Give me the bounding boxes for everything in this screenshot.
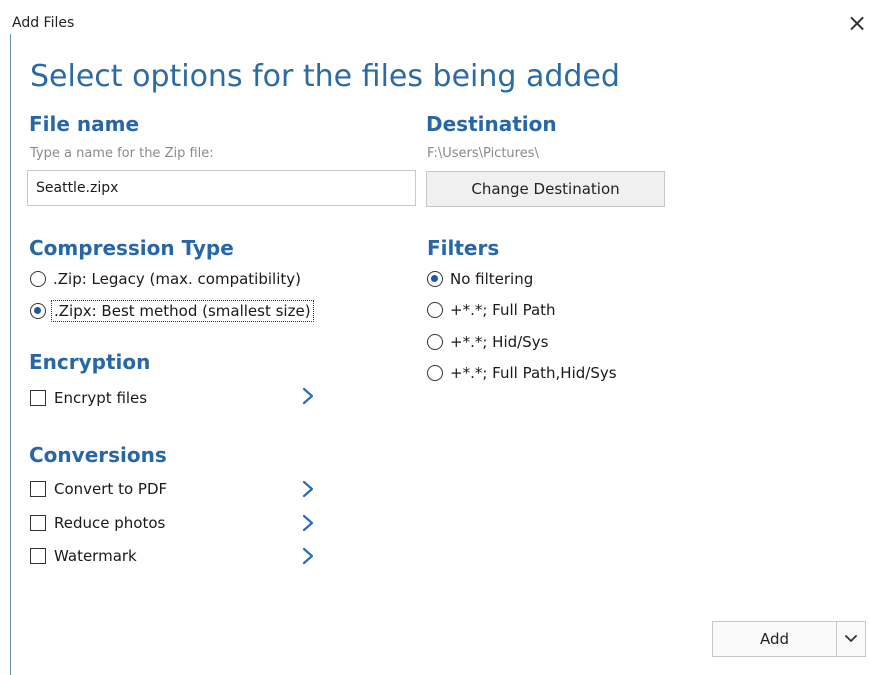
convert-to-pdf-checkbox[interactable]	[30, 481, 46, 497]
watermark-checkbox[interactable]	[30, 548, 46, 564]
watermark-label: Watermark	[54, 547, 137, 565]
filter-option-label: +*.*; Hid/Sys	[450, 333, 549, 351]
compression-option-zipx[interactable]: .Zipx: Best method (smallest size)	[30, 300, 314, 322]
radio-full-path-hid-sys[interactable]	[427, 365, 443, 381]
destination-title: Destination	[426, 112, 557, 136]
filter-option-no-filtering[interactable]: No filtering	[427, 268, 533, 290]
radio-full-path[interactable]	[427, 302, 443, 318]
close-icon[interactable]: ×	[846, 10, 868, 36]
watermark-option[interactable]: Watermark	[30, 545, 137, 567]
radio-zipx-best[interactable]	[30, 303, 46, 319]
filter-option-full-path-hid-sys[interactable]: +*.*; Full Path,Hid/Sys	[427, 362, 617, 384]
page-title: Select options for the files being added	[30, 59, 620, 94]
window-left-border	[10, 34, 11, 675]
add-split-button[interactable]: Add	[712, 621, 866, 657]
radio-hid-sys[interactable]	[427, 334, 443, 350]
compression-option-zip[interactable]: .Zip: Legacy (max. compatibility)	[30, 268, 301, 290]
compression-type-title: Compression Type	[29, 236, 234, 260]
add-dropdown-button[interactable]	[836, 622, 865, 656]
convert-to-pdf-option[interactable]: Convert to PDF	[30, 478, 167, 500]
encrypt-files-option[interactable]: Encrypt files	[30, 387, 147, 409]
compression-option-label: .Zip: Legacy (max. compatibility)	[53, 270, 301, 288]
encryption-title: Encryption	[29, 350, 151, 374]
chevron-right-icon[interactable]	[298, 385, 318, 407]
conversions-title: Conversions	[29, 443, 167, 467]
chevron-right-icon[interactable]	[298, 478, 318, 500]
compression-option-label: .Zipx: Best method (smallest size)	[51, 300, 314, 322]
radio-zip-legacy[interactable]	[30, 271, 46, 287]
chevron-right-icon[interactable]	[298, 545, 318, 567]
window-title: Add Files	[12, 15, 75, 31]
file-name-title: File name	[29, 112, 140, 136]
chevron-down-icon	[845, 635, 857, 642]
reduce-photos-label: Reduce photos	[54, 514, 166, 532]
reduce-photos-checkbox[interactable]	[30, 515, 46, 531]
destination-path: F:\Users\Pictures\	[427, 146, 539, 161]
filter-option-label: +*.*; Full Path	[450, 301, 556, 319]
chevron-right-icon[interactable]	[298, 512, 318, 534]
convert-to-pdf-label: Convert to PDF	[54, 480, 168, 498]
file-name-hint: Type a name for the Zip file:	[30, 146, 214, 161]
add-button[interactable]: Add	[713, 622, 836, 656]
reduce-photos-option[interactable]: Reduce photos	[30, 512, 165, 534]
radio-no-filtering[interactable]	[427, 271, 443, 287]
filters-title: Filters	[427, 236, 500, 260]
filter-option-label: No filtering	[450, 270, 534, 288]
change-destination-button[interactable]: Change Destination	[426, 171, 665, 207]
encrypt-files-label: Encrypt files	[54, 389, 148, 407]
filter-option-hid-sys[interactable]: +*.*; Hid/Sys	[427, 331, 548, 353]
filter-option-label: +*.*; Full Path,Hid/Sys	[450, 364, 617, 382]
file-name-input[interactable]	[27, 170, 416, 206]
encrypt-files-checkbox[interactable]	[30, 390, 46, 406]
filter-option-full-path[interactable]: +*.*; Full Path	[427, 299, 556, 321]
